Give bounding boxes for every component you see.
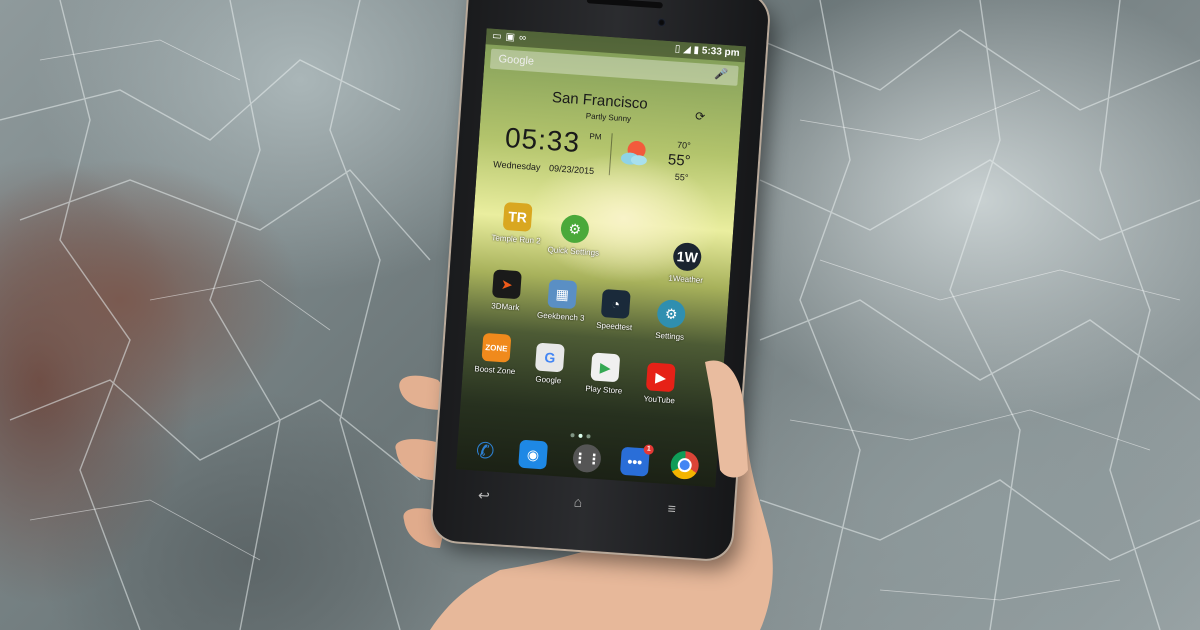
- thumb-shape: [705, 360, 748, 478]
